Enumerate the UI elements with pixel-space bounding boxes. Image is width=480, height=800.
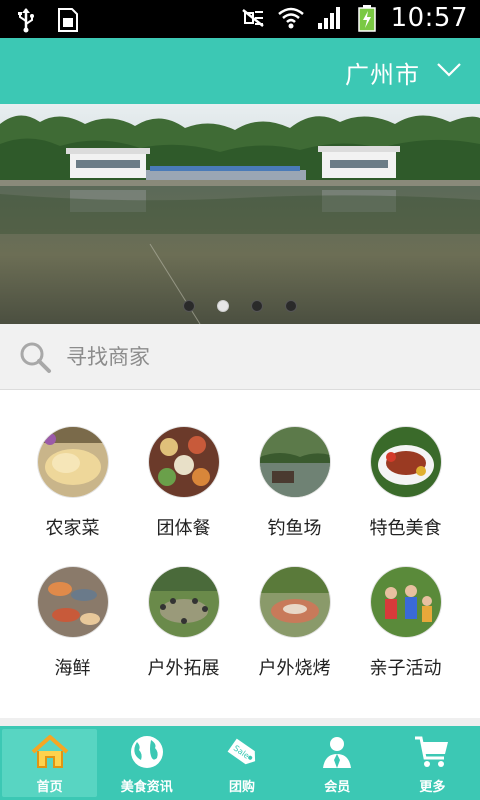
category-label: 亲子活动 [369,658,442,679]
carousel-dot-active[interactable] [217,300,229,312]
mute-icon [241,9,264,27]
carousel-dot[interactable] [285,300,297,312]
category-specialty[interactable]: 特色美食 [350,391,461,539]
city-selector[interactable]: 广州市 [345,55,420,90]
tab-label: 团购 [229,780,256,795]
specialty-food-image [370,427,441,497]
fishing-pond-image [259,427,330,497]
chevron-down-icon[interactable] [436,62,462,78]
tab-label: 首页 [36,780,63,795]
tab-home[interactable]: 首页 [2,729,98,797]
outdoor-bbq-image [259,567,330,637]
banner-lake-image [0,104,480,324]
sim-icon [58,8,78,32]
carousel-dot[interactable] [183,300,195,312]
family-activity-image [370,567,441,637]
bottom-tab-bar: 首页 美食资讯 Sale 团购 会员 更多 [0,726,480,800]
category-label: 海鲜 [54,658,91,679]
app-header: 广州市 [0,38,480,104]
wifi-icon [277,7,304,29]
status-clock: 10:57 [390,3,468,33]
signal-icon [317,7,340,29]
category-fishing[interactable]: 钓鱼场 [239,391,350,539]
outdoor-training-image [148,567,219,637]
home-icon [31,735,68,768]
search-bar [0,324,480,390]
cart-icon [415,736,449,767]
member-icon [323,737,352,768]
category-outdoor-bbq[interactable]: 户外烧烤 [239,531,350,679]
search-input[interactable] [66,340,446,374]
category-farm-food[interactable]: 农家菜 [17,391,128,539]
tab-label: 美食资讯 [120,780,173,795]
status-bar: 10:57 [0,0,480,38]
search-icon[interactable] [18,340,52,374]
category-label: 户外拓展 [147,658,220,679]
carousel-dot[interactable] [251,300,263,312]
tab-food-news[interactable]: 美食资讯 [99,726,194,800]
category-seafood[interactable]: 海鲜 [17,531,128,679]
globe-icon [130,736,163,768]
sale-tag-icon: Sale [227,738,256,765]
tab-label: 更多 [419,780,446,795]
tab-group-buy[interactable]: Sale 团购 [194,726,289,800]
usb-icon [18,8,34,33]
category-label: 户外烧烤 [258,658,331,679]
category-group-meal[interactable]: 团体餐 [128,391,239,539]
carousel-indicator [0,300,480,312]
banner-carousel[interactable] [0,104,480,324]
category-family-activity[interactable]: 亲子活动 [350,531,461,679]
divider [0,718,480,726]
tab-more[interactable]: 更多 [385,726,480,800]
category-grid: 农家菜 团体餐 钓鱼场 特色美食 海鲜 户外拓展 户外烧烤 亲子活动 [0,391,480,721]
farm-food-image [37,427,108,497]
group-meal-image [148,427,219,497]
category-outdoor-training[interactable]: 户外拓展 [128,531,239,679]
seafood-image [37,567,108,637]
tab-member[interactable]: 会员 [290,726,385,800]
battery-charging-icon [357,5,376,32]
tab-label: 会员 [324,780,351,795]
